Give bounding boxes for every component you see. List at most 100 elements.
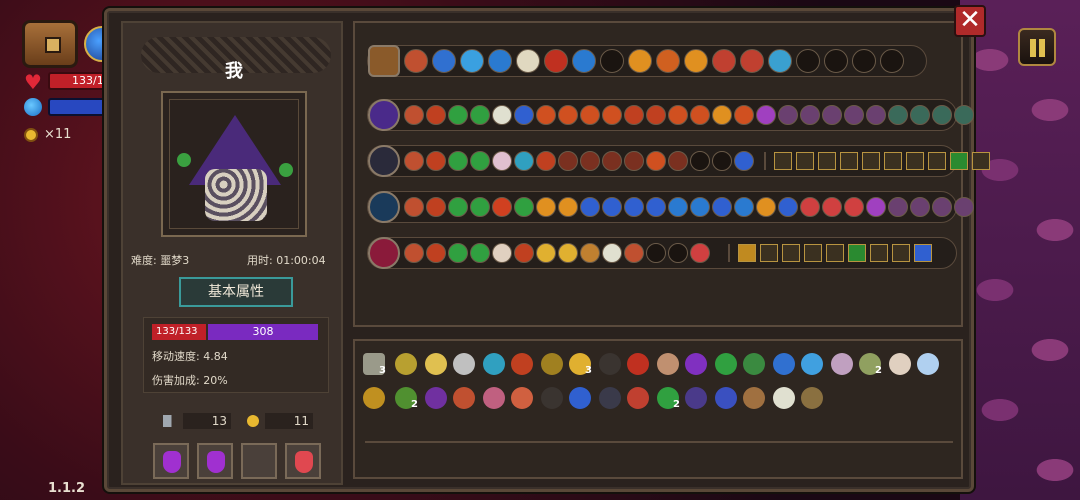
spell-slot[interactable]	[712, 151, 732, 171]
item-icon[interactable]	[685, 387, 707, 409]
potion-slot-4[interactable]	[285, 443, 321, 479]
item-slot[interactable]	[712, 49, 736, 73]
spell-slot[interactable]	[954, 105, 974, 125]
spell-slot[interactable]	[932, 105, 952, 125]
potion-slot-2[interactable]	[197, 443, 233, 479]
spell-slot[interactable]	[668, 197, 688, 217]
chest-icon[interactable]	[368, 45, 400, 77]
rune-slot[interactable]	[818, 152, 836, 170]
item-slot[interactable]	[740, 49, 764, 73]
item-icon[interactable]	[395, 353, 417, 375]
spell-slot[interactable]	[536, 151, 556, 171]
rune-slot[interactable]	[848, 244, 866, 262]
spell-slot[interactable]	[558, 105, 578, 125]
spell-slot[interactable]	[690, 105, 710, 125]
droplet-icon[interactable]	[773, 353, 795, 375]
item-slot[interactable]	[824, 49, 848, 73]
spell-slot[interactable]	[558, 197, 578, 217]
potion-slot-1[interactable]	[153, 443, 189, 479]
item-icon[interactable]	[627, 353, 649, 375]
spell-slot[interactable]	[580, 151, 600, 171]
item-icon[interactable]	[685, 353, 707, 375]
rune-slot[interactable]	[972, 152, 990, 170]
item-icon[interactable]	[511, 353, 533, 375]
lantern-icon[interactable]	[801, 387, 823, 409]
item-icon[interactable]	[453, 387, 475, 409]
item-icon[interactable]	[715, 353, 737, 375]
spell-slot[interactable]	[470, 105, 490, 125]
spell-slot[interactable]	[580, 243, 600, 263]
wand-icon[interactable]	[368, 99, 400, 131]
spell-slot[interactable]	[514, 105, 534, 125]
spell-slot[interactable]	[910, 105, 930, 125]
spell-slot[interactable]	[800, 105, 820, 125]
spell-slot[interactable]	[558, 151, 578, 171]
rune-slot[interactable]	[796, 152, 814, 170]
spell-slot[interactable]	[426, 151, 446, 171]
spell-slot[interactable]	[448, 197, 468, 217]
spell-slot[interactable]	[800, 197, 820, 217]
close-button[interactable]: ✕	[954, 5, 986, 37]
item-slot[interactable]	[516, 49, 540, 73]
spell-slot[interactable]	[602, 151, 622, 171]
spell-slot[interactable]	[778, 197, 798, 217]
spell-slot[interactable]	[602, 197, 622, 217]
spell-slot[interactable]	[426, 197, 446, 217]
spell-slot[interactable]	[448, 243, 468, 263]
spell-slot[interactable]	[602, 243, 622, 263]
rune-slot[interactable]	[840, 152, 858, 170]
spell-slot[interactable]	[844, 105, 864, 125]
item-slot[interactable]	[544, 49, 568, 73]
item-icon[interactable]	[889, 353, 911, 375]
item-icon[interactable]	[917, 353, 939, 375]
spell-slot[interactable]	[690, 151, 710, 171]
spell-slot[interactable]	[404, 243, 424, 263]
item-icon[interactable]	[483, 353, 505, 375]
rune-slot[interactable]	[804, 244, 822, 262]
rune-slot[interactable]	[906, 152, 924, 170]
item-slot[interactable]	[600, 49, 624, 73]
item-slot[interactable]	[656, 49, 680, 73]
spell-slot[interactable]	[536, 197, 556, 217]
item-slot[interactable]	[572, 49, 596, 73]
rune-slot[interactable]	[738, 244, 756, 262]
spell-slot[interactable]	[778, 105, 798, 125]
item-icon[interactable]	[715, 387, 737, 409]
spell-slot[interactable]	[646, 243, 666, 263]
spell-slot[interactable]	[602, 105, 622, 125]
spell-slot[interactable]	[690, 243, 710, 263]
rune-slot[interactable]	[870, 244, 888, 262]
rune-slot[interactable]	[760, 244, 778, 262]
rune-slot[interactable]	[914, 244, 932, 262]
spell-slot[interactable]	[624, 243, 644, 263]
rune-slot[interactable]	[884, 152, 902, 170]
item-slot[interactable]	[628, 49, 652, 73]
spell-slot[interactable]	[514, 243, 534, 263]
spell-slot[interactable]	[558, 243, 578, 263]
spell-slot[interactable]	[624, 151, 644, 171]
rune-slot[interactable]	[950, 152, 968, 170]
spellbook-icon[interactable]	[368, 237, 400, 269]
spell-slot[interactable]	[690, 197, 710, 217]
spell-slot[interactable]	[404, 151, 424, 171]
item-slot[interactable]	[880, 49, 904, 73]
rune-slot[interactable]	[774, 152, 792, 170]
spell-slot[interactable]	[756, 105, 776, 125]
wand-icon[interactable]	[368, 191, 400, 223]
item-icon[interactable]	[541, 387, 563, 409]
item-slot[interactable]	[488, 49, 512, 73]
spell-slot[interactable]	[932, 197, 952, 217]
spell-slot[interactable]	[866, 105, 886, 125]
hat-icon[interactable]	[425, 387, 447, 409]
spell-slot[interactable]	[536, 243, 556, 263]
spell-slot[interactable]	[470, 197, 490, 217]
rune-slot[interactable]	[928, 152, 946, 170]
rune-slot[interactable]	[782, 244, 800, 262]
item-slot[interactable]	[852, 49, 876, 73]
item-icon[interactable]	[657, 353, 679, 375]
rune-slot[interactable]	[892, 244, 910, 262]
spell-slot[interactable]	[734, 151, 754, 171]
item-icon[interactable]	[831, 353, 853, 375]
spell-slot[interactable]	[492, 197, 512, 217]
spell-slot[interactable]	[712, 105, 732, 125]
